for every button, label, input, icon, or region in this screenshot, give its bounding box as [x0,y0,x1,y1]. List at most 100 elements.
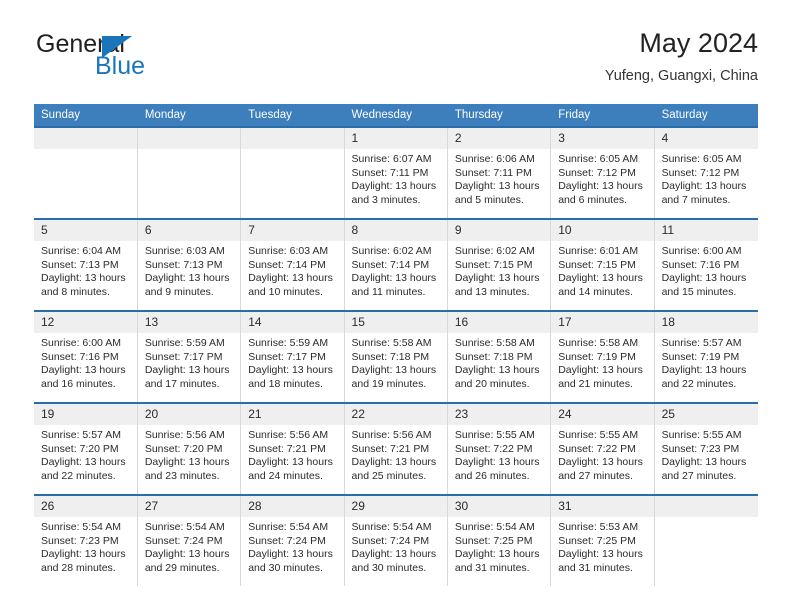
sunrise-text: Sunrise: 6:02 AM [454,245,535,257]
daylight-text: Daylight: 13 hours [661,272,747,285]
sunset-text: Sunset: 7:14 PM [248,258,326,271]
day-number: 31 [551,496,654,517]
day-details: Sunrise: 5:54 AM Sunset: 7:24 PM Daylight:… [345,517,447,575]
daylight-text: Daylight: 13 hours [454,364,540,377]
daylight-text: Daylight: 13 hours [558,272,643,285]
day-details: Sunrise: 6:02 AM Sunset: 7:14 PM Daylight:… [345,241,447,299]
sunset-text: Sunset: 7:24 PM [144,534,223,547]
sunrise-text: Sunrise: 5:55 AM [558,429,639,441]
calendar-day-cell[interactable]: 9 Sunrise: 6:02 AM Sunset: 7:15 PM Daylight… [447,218,552,311]
day-number: 8 [344,220,447,241]
calendar-day-cell[interactable]: 8 Sunrise: 6:02 AM Sunset: 7:14 PM Daylight… [344,218,448,311]
day-details: Sunrise: 5:56 AM Sunset: 7:20 PM Daylight:… [138,425,240,483]
weekday-header-monday: Monday [137,104,242,127]
calendar-day-cell[interactable]: 18 Sunrise: 5:57 AM Sunset: 7:19 PM Dayligh… [654,310,758,403]
day-details: Sunrise: 6:00 AM Sunset: 7:16 PM Daylight:… [34,333,137,391]
daylight-text: Daylight: 13 hours [454,456,540,469]
calendar-day-cell[interactable]: 26 Sunrise: 5:54 AM Sunset: 7:23 PM Dayligh… [34,494,138,586]
day-cell-inner: 11 Sunrise: 6:00 AM Sunset: 7:16 PM Dayligh… [654,220,758,308]
calendar-day-cell[interactable]: 13 Sunrise: 5:59 AM Sunset: 7:17 PM Dayligh… [137,310,242,403]
day-cell-inner: 20 Sunrise: 5:56 AM Sunset: 7:20 PM Dayligh… [137,404,241,492]
calendar-day-cell[interactable]: 11 Sunrise: 6:00 AM Sunset: 7:16 PM Dayligh… [654,218,758,311]
daylight-text-cont: and 27 minutes. [661,469,737,482]
day-number [654,496,758,517]
calendar-day-cell[interactable]: 27 Sunrise: 5:54 AM Sunset: 7:24 PM Dayligh… [137,494,242,586]
sunrise-text: Sunrise: 5:59 AM [144,337,225,349]
day-number: 7 [241,220,344,241]
sunset-text: Sunset: 7:13 PM [41,258,119,271]
sunrise-sunset-calendar: Sunday Monday Tuesday Wednesday Thursday Frid… [34,104,759,586]
day-details: Sunrise: 5:54 AM Sunset: 7:24 PM Daylight:… [241,517,343,575]
day-details [34,149,137,153]
calendar-day-cell[interactable]: 1 Sunrise: 6:07 AM Sunset: 7:11 PM Daylight… [344,126,448,219]
daylight-text: Daylight: 13 hours [41,272,126,285]
day-number: 23 [447,404,551,425]
daylight-text: Daylight: 13 hours [248,456,333,469]
calendar-day-cell[interactable]: 23 Sunrise: 5:55 AM Sunset: 7:22 PM Dayligh… [447,402,552,495]
day-number: 18 [654,312,758,333]
day-cell-inner: 31 Sunrise: 5:53 AM Sunset: 7:25 PM Dayligh… [551,496,654,584]
calendar-day-cell[interactable]: 31 Sunrise: 5:53 AM Sunset: 7:25 PM Dayligh… [550,494,655,586]
sunrise-text: Sunrise: 5:58 AM [558,337,639,349]
sunset-text: Sunset: 7:23 PM [661,442,740,455]
calendar-day-cell[interactable]: 14 Sunrise: 5:59 AM Sunset: 7:17 PM Dayligh… [240,310,345,403]
day-number: 30 [447,496,551,517]
day-number: 16 [447,312,551,333]
calendar-day-cell[interactable]: 24 Sunrise: 5:55 AM Sunset: 7:22 PM Dayligh… [550,402,655,495]
sunrise-text: Sunrise: 6:03 AM [144,245,225,257]
sunset-text: Sunset: 7:18 PM [351,350,430,363]
day-number: 17 [551,312,654,333]
day-details: Sunrise: 5:55 AM Sunset: 7:22 PM Daylight:… [551,425,653,483]
day-cell-inner: 9 Sunrise: 6:02 AM Sunset: 7:15 PM Daylight… [447,220,551,308]
day-number: 14 [241,312,344,333]
day-details: Sunrise: 5:56 AM Sunset: 7:21 PM Daylight:… [241,425,343,483]
calendar-day-cell[interactable]: 2 Sunrise: 6:06 AM Sunset: 7:11 PM Daylight… [447,126,552,219]
calendar-day-cell[interactable]: 15 Sunrise: 5:58 AM Sunset: 7:18 PM Dayligh… [344,310,448,403]
daylight-text-cont: and 31 minutes. [454,561,530,574]
day-cell-inner: 28 Sunrise: 5:54 AM Sunset: 7:24 PM Dayligh… [241,496,344,584]
daylight-text-cont: and 20 minutes. [454,377,530,390]
calendar-day-cell[interactable]: 21 Sunrise: 5:56 AM Sunset: 7:21 PM Dayligh… [240,402,345,495]
sunset-text: Sunset: 7:21 PM [248,442,326,455]
day-details: Sunrise: 5:54 AM Sunset: 7:23 PM Daylight:… [34,517,137,575]
sunrise-text: Sunrise: 6:07 AM [351,153,432,165]
calendar-day-cell[interactable]: 16 Sunrise: 5:58 AM Sunset: 7:18 PM Dayligh… [447,310,552,403]
calendar-day-cell[interactable]: 22 Sunrise: 5:56 AM Sunset: 7:21 PM Dayligh… [344,402,448,495]
daylight-text: Daylight: 13 hours [248,272,333,285]
calendar-day-cell[interactable]: 6 Sunrise: 6:03 AM Sunset: 7:13 PM Daylight… [137,218,242,311]
weekday-header-saturday: Saturday [654,104,759,127]
daylight-text: Daylight: 13 hours [351,180,437,193]
sunset-text: Sunset: 7:14 PM [351,258,430,271]
day-number: 25 [654,404,758,425]
day-cell-inner: 23 Sunrise: 5:55 AM Sunset: 7:22 PM Dayligh… [447,404,551,492]
daylight-text: Daylight: 13 hours [454,548,540,561]
daylight-text-cont: and 3 minutes. [351,193,421,206]
day-number: 20 [137,404,241,425]
day-number: 29 [344,496,447,517]
weekday-header-row: Sunday Monday Tuesday Wednesday Thursday Frid… [34,104,759,127]
sunrise-text: Sunrise: 5:59 AM [248,337,329,349]
daylight-text: Daylight: 13 hours [41,364,126,377]
daylight-text-cont: and 24 minutes. [248,469,323,482]
calendar-day-cell[interactable]: 10 Sunrise: 6:01 AM Sunset: 7:15 PM Dayligh… [550,218,655,311]
daylight-text: Daylight: 13 hours [558,180,643,193]
calendar-day-cell[interactable]: 29 Sunrise: 5:54 AM Sunset: 7:24 PM Dayligh… [344,494,448,586]
calendar-day-cell[interactable]: 28 Sunrise: 5:54 AM Sunset: 7:24 PM Dayligh… [240,494,345,586]
calendar-day-cell[interactable]: 20 Sunrise: 5:56 AM Sunset: 7:20 PM Dayligh… [137,402,242,495]
calendar-day-cell[interactable]: 3 Sunrise: 6:05 AM Sunset: 7:12 PM Daylight… [550,126,655,219]
calendar-day-cell[interactable]: 4 Sunrise: 6:05 AM Sunset: 7:12 PM Daylight… [654,126,758,219]
sunset-text: Sunset: 7:16 PM [661,258,740,271]
calendar-day-cell-empty [34,126,138,219]
day-number: 4 [654,128,758,149]
calendar-day-cell[interactable]: 19 Sunrise: 5:57 AM Sunset: 7:20 PM Dayligh… [34,402,138,495]
calendar-day-cell[interactable]: 5 Sunrise: 6:04 AM Sunset: 7:13 PM Daylight… [34,218,138,311]
day-cell-inner: 15 Sunrise: 5:58 AM Sunset: 7:18 PM Dayligh… [344,312,447,400]
daylight-text: Daylight: 13 hours [41,456,126,469]
calendar-day-cell[interactable]: 12 Sunrise: 6:00 AM Sunset: 7:16 PM Dayligh… [34,310,138,403]
daylight-text-cont: and 13 minutes. [454,285,530,298]
calendar-day-cell[interactable]: 7 Sunrise: 6:03 AM Sunset: 7:14 PM Daylight… [240,218,345,311]
calendar-day-cell[interactable]: 17 Sunrise: 5:58 AM Sunset: 7:19 PM Dayligh… [550,310,655,403]
calendar-day-cell[interactable]: 30 Sunrise: 5:54 AM Sunset: 7:25 PM Dayligh… [447,494,552,586]
general-blue-logo[interactable]: General Blue [34,26,274,88]
calendar-day-cell[interactable]: 25 Sunrise: 5:55 AM Sunset: 7:23 PM Dayligh… [654,402,758,495]
